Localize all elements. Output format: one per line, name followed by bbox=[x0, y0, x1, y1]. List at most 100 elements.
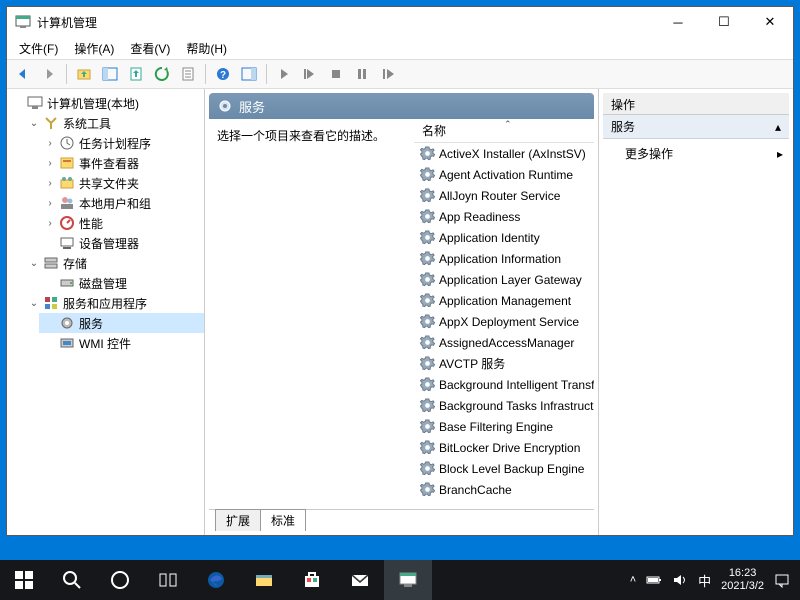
description-text: 选择一个项目来查看它的描述。 bbox=[217, 129, 385, 143]
maximize-button[interactable]: ☐ bbox=[701, 7, 747, 37]
nav-tree[interactable]: 计算机管理(本地) ⌄系统工具 ›任务计划程序 ›事件查看器 ›共享文件夹 › 本… bbox=[7, 89, 205, 535]
explorer-icon[interactable] bbox=[240, 560, 288, 600]
tree-disk-mgmt[interactable]: 磁盘管理 bbox=[39, 273, 204, 293]
tree-label: 服务 bbox=[79, 315, 103, 332]
service-row[interactable]: Block Level Backup Engine bbox=[414, 458, 594, 479]
action-pane-button[interactable] bbox=[237, 62, 261, 86]
service-row[interactable]: BitLocker Drive Encryption bbox=[414, 437, 594, 458]
expand-icon[interactable]: › bbox=[43, 136, 57, 150]
start-service-button[interactable] bbox=[272, 62, 296, 86]
service-row[interactable]: Background Intelligent Transfer bbox=[414, 374, 594, 395]
service-name: Block Level Backup Engine bbox=[439, 462, 584, 476]
system-tray[interactable]: ˄ 中 16:23 2021/3/2 bbox=[620, 560, 800, 600]
export-button[interactable] bbox=[124, 62, 148, 86]
collapse-icon[interactable]: ⌄ bbox=[27, 116, 41, 130]
tray-chevron-icon[interactable]: ˄ bbox=[630, 574, 636, 586]
menu-view[interactable]: 查看(V) bbox=[124, 38, 176, 59]
expand-icon[interactable]: › bbox=[43, 196, 57, 210]
perf-icon bbox=[59, 215, 75, 231]
forward-button[interactable] bbox=[37, 62, 61, 86]
menu-help[interactable]: 帮助(H) bbox=[180, 38, 233, 59]
refresh-button[interactable] bbox=[150, 62, 174, 86]
service-row[interactable]: Application Management bbox=[414, 290, 594, 311]
actions-section-services[interactable]: 服务 ▴ bbox=[603, 115, 789, 139]
start-button[interactable] bbox=[0, 560, 48, 600]
service-row[interactable]: Application Layer Gateway bbox=[414, 269, 594, 290]
expand-icon[interactable]: › bbox=[43, 216, 57, 230]
tree-label: 本地用户和组 bbox=[79, 195, 151, 212]
pause-resume-button[interactable] bbox=[298, 62, 322, 86]
tree-shared-folders[interactable]: ›共享文件夹 bbox=[39, 173, 204, 193]
service-row[interactable]: ActiveX Installer (AxInstSV) bbox=[414, 143, 594, 164]
stop-service-button[interactable] bbox=[324, 62, 348, 86]
tree-label: 性能 bbox=[79, 215, 103, 232]
restart-service-button[interactable] bbox=[376, 62, 400, 86]
tree-services-apps[interactable]: ⌄服务和应用程序 bbox=[23, 293, 204, 313]
collapse-icon[interactable]: ⌄ bbox=[27, 296, 41, 310]
view-tabs: 扩展 标准 bbox=[209, 509, 594, 531]
service-name: App Readiness bbox=[439, 210, 520, 224]
notifications-icon[interactable] bbox=[774, 572, 790, 588]
battery-icon[interactable] bbox=[646, 572, 662, 588]
mail-icon[interactable] bbox=[336, 560, 384, 600]
gear-icon bbox=[420, 440, 435, 455]
service-name: AssignedAccessManager bbox=[439, 336, 574, 350]
service-row[interactable]: Agent Activation Runtime bbox=[414, 164, 594, 185]
tree-event-viewer[interactable]: ›事件查看器 bbox=[39, 153, 204, 173]
tree-system-tools[interactable]: ⌄系统工具 bbox=[23, 113, 204, 133]
gear-icon bbox=[420, 167, 435, 182]
service-row[interactable]: Base Filtering Engine bbox=[414, 416, 594, 437]
volume-icon[interactable] bbox=[672, 572, 688, 588]
service-row[interactable]: AVCTP 服务 bbox=[414, 353, 594, 374]
actions-pane: 操作 服务 ▴ 更多操作 ▸ bbox=[599, 89, 793, 535]
menubar: 文件(F) 操作(A) 查看(V) 帮助(H) bbox=[7, 37, 793, 59]
svg-text:?: ? bbox=[220, 70, 226, 81]
store-icon[interactable] bbox=[288, 560, 336, 600]
edge-icon[interactable] bbox=[192, 560, 240, 600]
cortana-button[interactable] bbox=[96, 560, 144, 600]
column-header-name[interactable]: 名称 ⌃ bbox=[414, 119, 594, 143]
properties-button[interactable] bbox=[176, 62, 200, 86]
tab-standard[interactable]: 标准 bbox=[260, 509, 306, 531]
service-row[interactable]: Background Tasks Infrastructure bbox=[414, 395, 594, 416]
ime-indicator[interactable]: 中 bbox=[698, 571, 711, 590]
menu-file[interactable]: 文件(F) bbox=[13, 38, 64, 59]
help-button[interactable]: ? bbox=[211, 62, 235, 86]
service-row[interactable]: BranchCache bbox=[414, 479, 594, 500]
expand-icon[interactable]: › bbox=[43, 156, 57, 170]
clock-icon bbox=[59, 135, 75, 151]
tree-local-users[interactable]: › 本地用户和组 bbox=[39, 193, 204, 213]
service-row[interactable]: Application Information bbox=[414, 248, 594, 269]
service-row[interactable]: AppX Deployment Service bbox=[414, 311, 594, 332]
up-button[interactable] bbox=[72, 62, 96, 86]
service-row[interactable]: Application Identity bbox=[414, 227, 594, 248]
show-hide-tree-button[interactable] bbox=[98, 62, 122, 86]
service-row[interactable]: App Readiness bbox=[414, 206, 594, 227]
service-row[interactable]: AllJoyn Router Service bbox=[414, 185, 594, 206]
tree-storage[interactable]: ⌄存储 bbox=[23, 253, 204, 273]
collapse-icon[interactable]: ⌄ bbox=[27, 256, 41, 270]
gear-icon bbox=[420, 272, 435, 287]
tab-extended[interactable]: 扩展 bbox=[215, 509, 261, 531]
tree-root[interactable]: 计算机管理(本地) bbox=[7, 93, 204, 113]
tree-wmi[interactable]: WMI 控件 bbox=[39, 333, 204, 353]
taskview-button[interactable] bbox=[144, 560, 192, 600]
clock[interactable]: 16:23 2021/3/2 bbox=[721, 567, 764, 593]
search-button[interactable] bbox=[48, 560, 96, 600]
minimize-button[interactable]: ─ bbox=[655, 7, 701, 37]
back-button[interactable] bbox=[11, 62, 35, 86]
close-button[interactable]: ✕ bbox=[747, 7, 793, 37]
menu-action[interactable]: 操作(A) bbox=[68, 38, 120, 59]
compmgmt-task-icon[interactable] bbox=[384, 560, 432, 600]
tree-task-scheduler[interactable]: ›任务计划程序 bbox=[39, 133, 204, 153]
gear-icon bbox=[420, 482, 435, 497]
services-scroll[interactable]: ActiveX Installer (AxInstSV)Agent Activa… bbox=[414, 143, 594, 509]
tree-performance[interactable]: › 性能 bbox=[39, 213, 204, 233]
pause-service-button[interactable] bbox=[350, 62, 374, 86]
tree-device-manager[interactable]: 设备管理器 bbox=[39, 233, 204, 253]
sort-asc-icon: ⌃ bbox=[504, 119, 512, 130]
actions-more[interactable]: 更多操作 ▸ bbox=[603, 139, 789, 168]
tree-services[interactable]: 服务 bbox=[39, 313, 204, 333]
expand-icon[interactable]: › bbox=[43, 176, 57, 190]
service-row[interactable]: AssignedAccessManager bbox=[414, 332, 594, 353]
